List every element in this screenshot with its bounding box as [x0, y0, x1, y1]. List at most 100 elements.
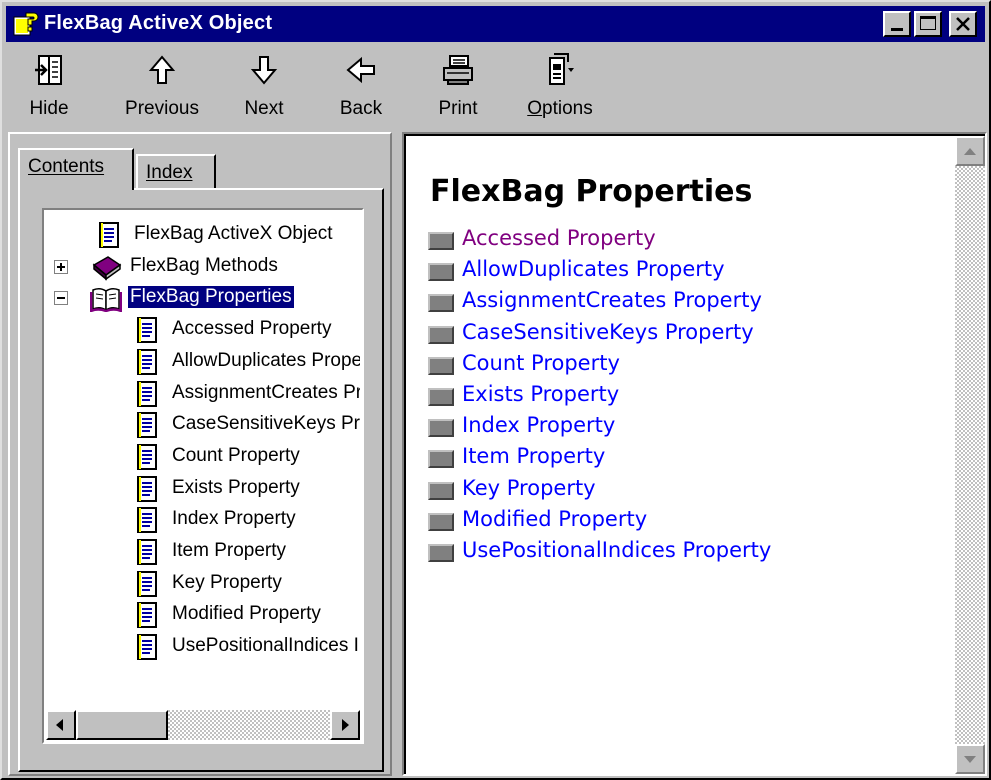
tree-node-label: AllowDuplicates Prope	[172, 349, 360, 371]
arrow-right-icon	[342, 719, 349, 731]
open-book-icon	[89, 284, 123, 314]
closed-book-icon	[90, 253, 122, 281]
contents-tree[interactable]: FlexBag ActiveX Object FlexBag Methods Fle…	[42, 208, 364, 744]
bullet-icon	[428, 232, 454, 250]
property-link[interactable]: Item Property	[462, 444, 605, 468]
arrow-up-icon	[964, 148, 976, 155]
arrow-left-icon	[346, 56, 375, 84]
tab-index-label: Index	[146, 162, 193, 183]
property-link[interactable]: Modified Property	[462, 507, 647, 531]
bullet-icon	[428, 387, 454, 406]
page-icon	[132, 443, 164, 471]
arrow-up-icon	[148, 55, 176, 84]
property-link[interactable]: AllowDuplicates Property	[462, 257, 725, 281]
print-label: Print	[438, 98, 478, 119]
page-icon	[132, 633, 164, 661]
page-icon	[132, 380, 164, 408]
bullet-icon	[428, 263, 454, 282]
navigation-pane: Contents Index FlexBag ActiveX Object Fle…	[8, 132, 392, 776]
page-icon	[132, 475, 164, 503]
back-label: Back	[339, 98, 383, 119]
tree-node-label: Exists Property	[172, 476, 300, 498]
tree-node-label: Item Property	[172, 540, 287, 561]
close-button[interactable]	[949, 11, 977, 37]
tree-node-label: CaseSensitiveKeys Pr	[172, 413, 360, 435]
collapse-icon[interactable]	[54, 291, 68, 306]
horizontal-scrollbar[interactable]	[46, 710, 360, 740]
previous-button[interactable]: Previous	[114, 46, 210, 130]
property-link[interactable]: CaseSensitiveKeys Property	[462, 320, 754, 344]
options-button[interactable]: Options	[518, 46, 602, 130]
bullet-icon	[428, 450, 454, 469]
tree-node-label: UsePositionalIndices I	[172, 635, 359, 657]
property-link[interactable]: UsePositionalIndices Property	[462, 538, 771, 562]
contents-panel: FlexBag ActiveX Object FlexBag Methods Fle…	[18, 188, 384, 772]
minimize-icon	[891, 28, 903, 31]
minimize-button[interactable]	[883, 11, 911, 37]
arrow-down-icon	[964, 756, 976, 763]
next-label: Next	[244, 98, 284, 119]
tab-contents[interactable]: Contents	[18, 148, 134, 190]
page-icon	[132, 348, 164, 376]
tab-contents-label: Contents	[28, 156, 105, 177]
tree-node-label: FlexBag ActiveX Object	[134, 223, 333, 244]
previous-label: Previous	[125, 98, 199, 119]
page-icon	[94, 221, 126, 249]
bullet-icon	[428, 294, 454, 313]
bullet-icon	[428, 543, 454, 562]
tree-node-label: FlexBag Methods	[130, 254, 278, 276]
page-icon	[132, 411, 164, 439]
property-link[interactable]: Accessed Property	[462, 226, 656, 250]
maximize-button[interactable]	[914, 11, 942, 37]
scroll-right-button[interactable]	[330, 710, 360, 740]
printer-icon	[443, 55, 473, 85]
bullet-icon	[428, 512, 454, 531]
toolbar: Hide Previous Next Back Print Options	[6, 46, 985, 130]
property-link[interactable]: Key Property	[462, 476, 596, 500]
help-book-question-icon	[13, 12, 39, 36]
hide-pane-icon	[35, 55, 62, 85]
vertical-scrollbar[interactable]	[955, 136, 985, 774]
scroll-left-button[interactable]	[46, 710, 76, 740]
tree-node-label: AssignmentCreates Pr	[172, 381, 360, 403]
tree-node-label: Key Property	[172, 571, 282, 593]
window-title: FlexBag ActiveX Object	[44, 12, 273, 34]
scroll-down-button[interactable]	[955, 744, 985, 774]
bullet-icon	[428, 419, 454, 438]
tree-node-label: Accessed Property	[172, 318, 332, 340]
property-link[interactable]: AssignmentCreates Property	[462, 288, 762, 312]
options-icon	[549, 53, 574, 85]
tab-index[interactable]: Index	[136, 154, 216, 188]
page-icon	[132, 538, 164, 566]
page-icon	[132, 506, 164, 534]
tree-items: FlexBag ActiveX Object FlexBag Methods Fle…	[46, 212, 360, 704]
bullet-icon	[428, 481, 454, 500]
next-button[interactable]: Next	[232, 46, 296, 130]
help-window: FlexBag ActiveX Object Hide Previous Nex…	[0, 0, 991, 780]
scroll-up-button[interactable]	[955, 136, 985, 166]
back-button[interactable]: Back	[328, 46, 394, 130]
page-icon	[132, 570, 164, 598]
close-icon	[956, 17, 970, 31]
tree-node-label: Index Property	[172, 508, 296, 530]
property-link[interactable]: Exists Property	[462, 382, 619, 406]
expand-icon[interactable]	[54, 259, 68, 274]
title-bar[interactable]: FlexBag ActiveX Object	[6, 6, 985, 42]
tree-node-label: FlexBag Properties	[127, 285, 295, 310]
property-link[interactable]: Index Property	[462, 413, 615, 437]
arrow-down-icon	[250, 56, 278, 85]
maximize-icon	[920, 16, 936, 30]
arrow-left-icon	[56, 719, 63, 731]
print-button[interactable]: Print	[426, 46, 490, 130]
hide-label: Hide	[29, 98, 69, 119]
page-icon	[132, 601, 164, 629]
property-link[interactable]: Count Property	[462, 351, 620, 375]
hide-button[interactable]: Hide	[14, 46, 84, 130]
options-label: Options	[527, 98, 593, 119]
page-icon	[132, 316, 164, 344]
tree-node-label: Modified Property	[172, 603, 321, 625]
horizontal-scroll-thumb[interactable]	[76, 710, 168, 740]
topic-content: FlexBag Properties Accessed Property Allo…	[404, 134, 985, 774]
topic-pane: FlexBag Properties Accessed Property Allo…	[402, 132, 987, 776]
tree-node-label: Count Property	[172, 444, 300, 466]
